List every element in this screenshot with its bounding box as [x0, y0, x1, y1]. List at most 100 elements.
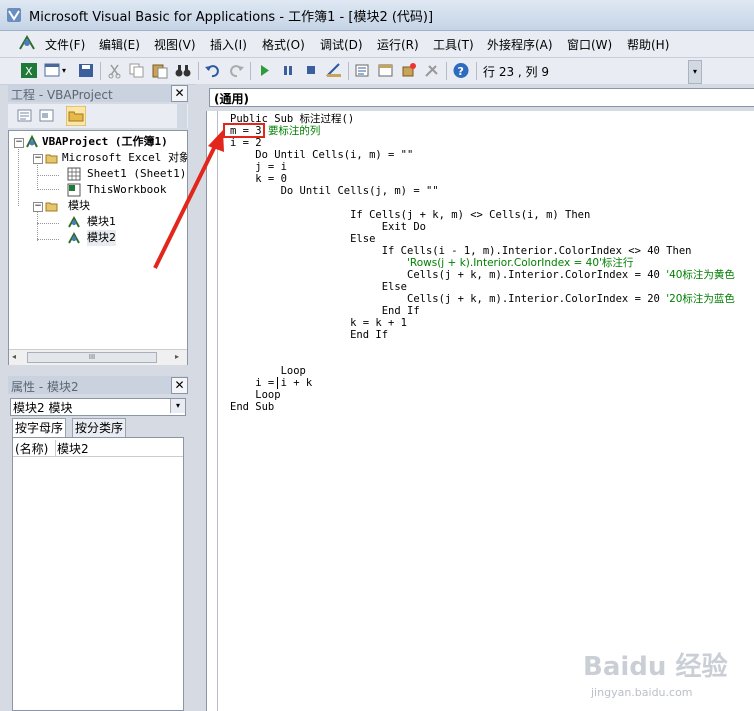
code-comment: 'Rows(j + k).Interior.ColorIndex = 40'标注… [407, 257, 634, 269]
code-line[interactable]: End Sub [230, 401, 274, 413]
find-icon[interactable] [174, 62, 192, 79]
scroll-left-icon[interactable]: ◂ [12, 352, 16, 361]
properties-panel-close-button[interactable]: ✕ [171, 377, 188, 394]
copy-icon[interactable] [128, 62, 146, 79]
paste-icon[interactable] [151, 62, 169, 79]
code-line[interactable]: If Cells(i - 1, m).Interior.ColorIndex <… [230, 245, 692, 257]
scroll-thumb[interactable]: III [27, 352, 157, 363]
insert-dropdown-icon[interactable]: ▾ [62, 62, 70, 79]
code-editor[interactable] [206, 111, 754, 711]
code-line[interactable]: Do Until Cells(i, m) = "" [230, 149, 413, 161]
code-line[interactable]: i = i + k [230, 377, 312, 389]
code-line[interactable]: Cells(j + k, m).Interior.ColorIndex = 40… [230, 269, 735, 281]
property-row[interactable]: (名称) 模块2 [13, 440, 183, 457]
code-line[interactable]: Cells(j + k, m).Interior.ColorIndex = 20… [230, 293, 735, 305]
code-text: If Cells(i - 1, m).Interior.ColorIndex <… [230, 245, 692, 257]
menu-tools[interactable]: 工具(T) [433, 36, 474, 53]
chevron-down-icon[interactable]: ▾ [170, 399, 185, 413]
menu-run[interactable]: 运行(R) [377, 36, 419, 53]
properties-object-select[interactable]: 模块2 模块 ▾ [10, 398, 186, 416]
code-text: Loop [230, 389, 281, 401]
pause-icon[interactable] [279, 62, 297, 79]
tab-categorized[interactable]: 按分类序 [72, 418, 127, 437]
project-toolbar-scroll[interactable] [177, 104, 187, 128]
tree-module1[interactable]: 模块1 [87, 214, 116, 230]
view-object-icon[interactable] [38, 107, 55, 124]
tab-alphabetic[interactable]: 按字母序 [12, 418, 67, 437]
object-browser-icon[interactable] [400, 62, 418, 79]
code-comment: '20标注为蓝色 [666, 293, 735, 305]
code-line[interactable]: If Cells(j + k, m) <> Cells(i, m) Then [230, 209, 590, 221]
project-panel-close-button[interactable]: ✕ [171, 85, 188, 102]
help-icon[interactable]: ? [452, 62, 470, 79]
menu-help[interactable]: 帮助(H) [627, 36, 669, 53]
code-line[interactable]: End If [230, 305, 420, 317]
code-text: i = i + k [230, 377, 313, 389]
property-value[interactable]: 模块2 [57, 440, 89, 457]
folder-open-icon [45, 154, 58, 164]
project-explorer-icon[interactable] [354, 62, 372, 79]
object-combo-value: (通用) [214, 92, 249, 106]
menu-window[interactable]: 窗口(W) [567, 36, 612, 53]
menu-addins[interactable]: 外接程序(A) [487, 36, 553, 53]
module-icon [68, 231, 80, 244]
text-caret [277, 377, 278, 389]
save-icon[interactable] [77, 62, 95, 79]
code-text: Cells(j + k, m).Interior.ColorIndex = 20 [230, 293, 667, 305]
code-line[interactable]: Loop [230, 389, 281, 401]
reset-icon[interactable] [302, 62, 320, 79]
menu-app-icon[interactable] [17, 34, 37, 52]
redo-icon[interactable] [227, 62, 245, 79]
view-code-icon[interactable] [16, 107, 33, 124]
design-mode-icon[interactable] [325, 62, 343, 79]
code-comment: 要标注的列 [267, 125, 321, 137]
project-panel-title-text: 工程 - VBAProject [11, 88, 113, 102]
menu-format[interactable]: 格式(O) [262, 36, 305, 53]
code-line[interactable]: i = 2 [230, 137, 262, 149]
code-line[interactable]: Else [230, 233, 375, 245]
code-line[interactable]: End If [230, 329, 388, 341]
code-line[interactable]: Exit Do [230, 221, 426, 233]
menu-insert[interactable]: 插入(I) [210, 36, 247, 53]
collapse-excel-objects-icon[interactable]: − [33, 154, 43, 164]
code-line[interactable]: Do Until Cells(j, m) = "" [230, 185, 439, 197]
cut-icon[interactable] [106, 62, 124, 79]
scroll-right-icon[interactable]: ▸ [175, 352, 179, 361]
code-line[interactable]: j = i [230, 161, 287, 173]
project-horizontal-scrollbar[interactable]: ◂ III ▸ [9, 349, 187, 365]
view-excel-icon[interactable]: X [20, 62, 38, 79]
object-combo[interactable]: (通用) [209, 88, 754, 107]
undo-icon[interactable] [204, 62, 222, 79]
standard-toolbar: X ▾ ? 行 23 , 列 9 ▾ [0, 58, 754, 85]
code-line[interactable]: Loop [230, 365, 306, 377]
code-line[interactable]: 'Rows(j + k).Interior.ColorIndex = 40'标注… [230, 257, 633, 269]
watermark-logo: Baidu 经验 [583, 652, 728, 682]
code-line[interactable]: k = k + 1 [230, 317, 407, 329]
collapse-modules-icon[interactable]: − [33, 202, 43, 212]
menu-debug[interactable]: 调试(D) [320, 36, 363, 53]
property-name: (名称) [15, 440, 56, 456]
code-line[interactable]: k = 0 [230, 173, 287, 185]
properties-window-icon[interactable] [377, 62, 395, 79]
insert-userform-icon[interactable] [44, 62, 62, 79]
code-text: j = i [230, 161, 287, 173]
collapse-root-icon[interactable]: − [14, 138, 24, 148]
menu-file[interactable]: 文件(F) [45, 36, 85, 53]
tree-vbaproject[interactable]: VBAProject (工作簿1) [42, 134, 168, 150]
menu-edit[interactable]: 编辑(E) [99, 36, 140, 53]
code-text: Do Until Cells(j, m) = "" [230, 185, 439, 197]
toolbox-icon[interactable] [423, 62, 441, 79]
vbaproject-icon [26, 135, 38, 148]
watermark-url: jingyan.baidu.com [591, 686, 693, 699]
run-icon[interactable] [256, 62, 274, 79]
menu-view[interactable]: 视图(V) [154, 36, 196, 53]
code-line[interactable]: Else [230, 281, 407, 293]
tree-modules[interactable]: 模块 [68, 198, 90, 214]
project-panel-title: 工程 - VBAProject [8, 84, 188, 102]
toggle-folders-icon[interactable] [66, 106, 86, 126]
code-text: Loop [230, 365, 306, 377]
modules-folder-icon [45, 202, 58, 212]
toolbar-overflow-button[interactable]: ▾ [688, 60, 702, 84]
tree-module2[interactable]: 模块2 [87, 230, 116, 246]
